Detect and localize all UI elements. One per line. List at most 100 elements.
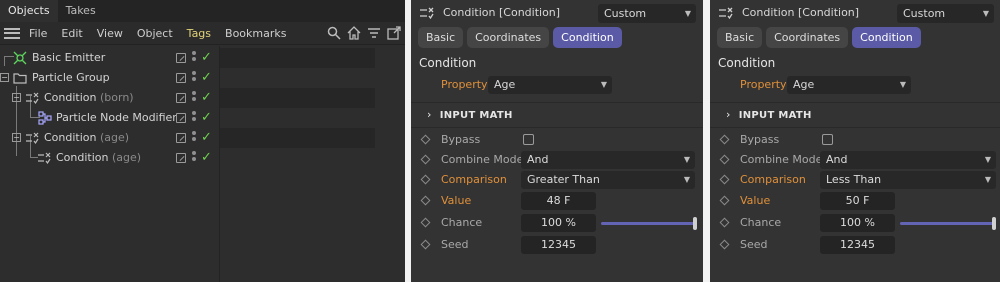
keyframe-diamond-icon[interactable]: [719, 154, 730, 165]
condition-icon: [719, 7, 733, 20]
edit-icon[interactable]: [176, 93, 186, 103]
value-field[interactable]: 50 F: [820, 192, 895, 210]
tab-takes[interactable]: Takes: [58, 0, 104, 22]
tree-item-label: Condition: [56, 151, 109, 164]
value-label: Value: [441, 194, 472, 207]
menu-file[interactable]: File: [22, 22, 54, 45]
manager-tabs: Objects Takes: [0, 0, 405, 22]
mode-value: Custom: [604, 7, 647, 20]
new-window-icon[interactable]: [387, 26, 401, 40]
visibility-dots-icon[interactable]: [192, 131, 197, 145]
combine-mode-dropdown[interactable]: And ▼: [521, 151, 695, 169]
tree-row-condition-born[interactable]: − Condition (born) ✓: [0, 88, 405, 108]
menu-tags[interactable]: Tags: [180, 22, 218, 45]
property-label: Property: [441, 78, 488, 91]
keyframe-diamond-icon[interactable]: [420, 154, 431, 165]
chance-slider-track[interactable]: [601, 222, 695, 225]
keyframe-diamond-icon[interactable]: [420, 195, 431, 206]
group-input-math[interactable]: › INPUT MATH: [427, 107, 513, 124]
menu-object[interactable]: Object: [130, 22, 180, 45]
home-icon[interactable]: [347, 26, 361, 40]
object-title: Condition [Condition]: [742, 6, 860, 19]
combine-mode-dropdown[interactable]: And ▼: [820, 151, 996, 169]
keyframe-diamond-icon[interactable]: [719, 239, 730, 250]
divider: [710, 102, 1000, 103]
enabled-check-icon[interactable]: ✓: [201, 50, 212, 65]
comparison-dropdown[interactable]: Less Than ▼: [820, 171, 996, 189]
visibility-dots-icon[interactable]: [192, 151, 197, 165]
value-field[interactable]: 48 F: [521, 192, 596, 210]
keyframe-diamond-icon[interactable]: [719, 195, 730, 206]
keyframe-diamond-icon[interactable]: [420, 174, 431, 185]
property-dropdown[interactable]: Age ▼: [488, 76, 612, 94]
collapse-toggle-icon[interactable]: −: [12, 133, 21, 142]
group-input-math[interactable]: › INPUT MATH: [726, 107, 812, 124]
property-dropdown[interactable]: Age ▼: [787, 76, 911, 94]
tab-condition[interactable]: Condition: [553, 27, 622, 48]
comparison-dropdown[interactable]: Greater Than ▼: [521, 171, 695, 189]
mode-dropdown[interactable]: Custom ▼: [598, 4, 696, 23]
chevron-down-icon: ▼: [683, 175, 690, 184]
seed-field[interactable]: 12345: [820, 236, 895, 254]
edit-icon[interactable]: [176, 53, 186, 63]
chevron-down-icon: ▼: [899, 80, 906, 89]
tab-coordinates[interactable]: Coordinates: [766, 27, 849, 48]
chance-slider-handle[interactable]: [992, 217, 996, 230]
menu-edit[interactable]: Edit: [54, 22, 89, 45]
enabled-check-icon[interactable]: ✓: [201, 90, 212, 105]
edit-icon[interactable]: [176, 73, 186, 83]
chevron-down-icon: ▼: [982, 9, 989, 18]
search-icon[interactable]: [327, 26, 341, 40]
tree-row-condition-age[interactable]: − Condition (age) ✓: [0, 128, 405, 148]
enabled-check-icon[interactable]: ✓: [201, 70, 212, 85]
visibility-dots-icon[interactable]: [192, 91, 197, 105]
condition-icon: [26, 92, 39, 105]
divider: [710, 127, 1000, 128]
keyframe-diamond-icon[interactable]: [420, 239, 431, 250]
collapse-toggle-icon[interactable]: −: [12, 93, 21, 102]
seed-field[interactable]: 12345: [521, 236, 596, 254]
filter-icon[interactable]: [367, 26, 381, 40]
menu-view[interactable]: View: [90, 22, 130, 45]
keyframe-diamond-icon[interactable]: [719, 174, 730, 185]
bypass-checkbox[interactable]: [822, 134, 833, 145]
edit-icon[interactable]: [176, 113, 186, 123]
visibility-dots-icon[interactable]: [192, 71, 197, 85]
bypass-checkbox[interactable]: [523, 134, 534, 145]
menu-bookmarks[interactable]: Bookmarks: [218, 22, 293, 45]
keyframe-diamond-icon[interactable]: [719, 217, 730, 228]
seed-label: Seed: [740, 238, 768, 251]
row-value: Value 48 F: [411, 191, 703, 211]
chevron-right-icon: ›: [427, 108, 432, 121]
tree-row-particle-node-modifier[interactable]: Particle Node Modifier ✓: [0, 108, 405, 128]
visibility-dots-icon[interactable]: [192, 111, 197, 125]
edit-icon[interactable]: [176, 153, 186, 163]
tree-row-basic-emitter[interactable]: Basic Emitter ✓: [0, 48, 405, 68]
row-chance: Chance 100 %: [710, 213, 1000, 233]
visibility-dots-icon[interactable]: [192, 51, 197, 65]
mode-dropdown[interactable]: Custom ▼: [897, 4, 994, 23]
chance-field[interactable]: 100 %: [521, 214, 596, 232]
chance-label: Chance: [441, 216, 483, 229]
node-modifier-icon: [38, 111, 52, 125]
tree-row-condition-age-child[interactable]: Condition (age) ✓: [0, 148, 405, 168]
keyframe-diamond-icon[interactable]: [420, 217, 431, 228]
tab-objects[interactable]: Objects: [0, 0, 58, 22]
chance-slider-handle[interactable]: [693, 217, 697, 230]
tab-basic[interactable]: Basic: [418, 27, 464, 48]
tab-coordinates[interactable]: Coordinates: [467, 27, 550, 48]
tab-basic[interactable]: Basic: [717, 27, 763, 48]
enabled-check-icon[interactable]: ✓: [201, 150, 212, 165]
hamburger-menu-icon[interactable]: [4, 27, 20, 39]
keyframe-diamond-icon[interactable]: [420, 134, 431, 145]
enabled-check-icon[interactable]: ✓: [201, 130, 212, 145]
edit-icon[interactable]: [176, 133, 186, 143]
tree-row-particle-group[interactable]: − Particle Group ✓: [0, 68, 405, 88]
chance-field[interactable]: 100 %: [820, 214, 895, 232]
tab-condition[interactable]: Condition: [852, 27, 921, 48]
enabled-check-icon[interactable]: ✓: [201, 110, 212, 125]
keyframe-diamond-icon[interactable]: [719, 134, 730, 145]
chance-slider-track[interactable]: [900, 222, 994, 225]
condition-icon: [26, 132, 39, 145]
collapse-toggle-icon[interactable]: −: [0, 73, 9, 82]
